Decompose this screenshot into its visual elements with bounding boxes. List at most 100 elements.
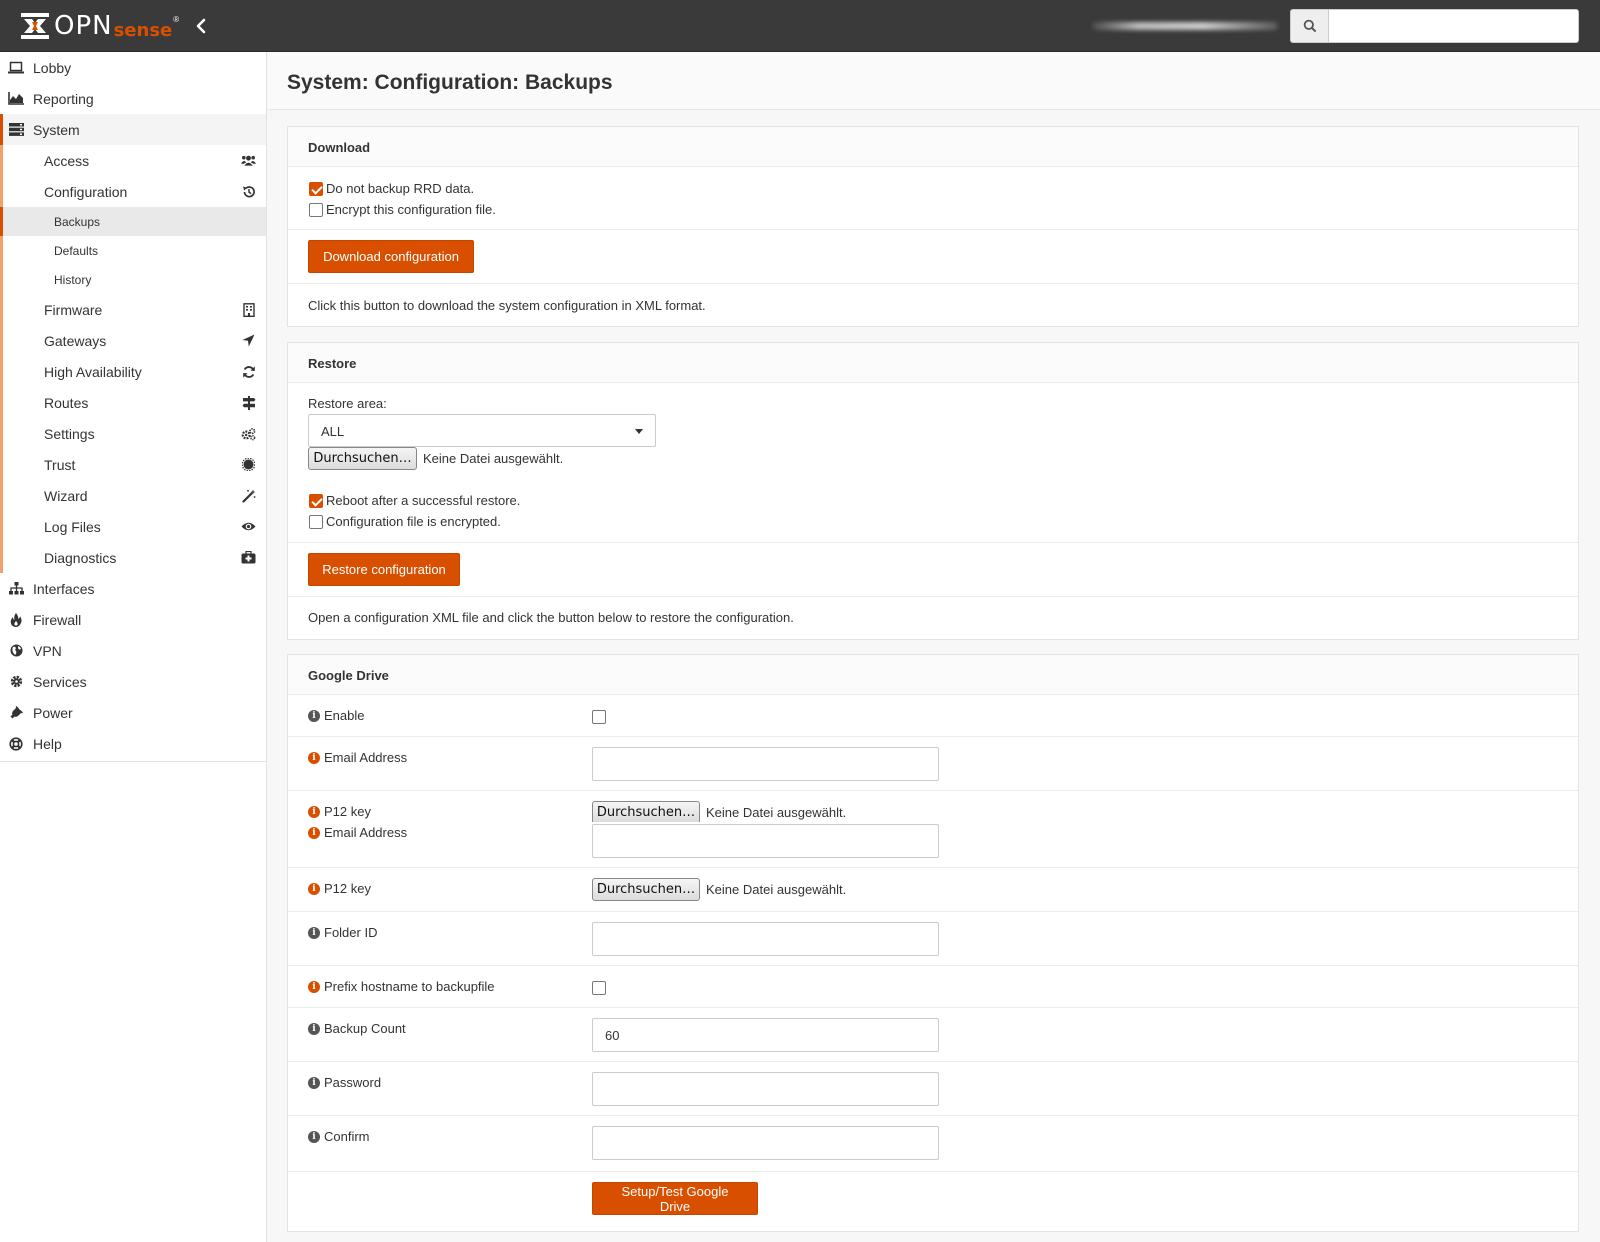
sidebar-item-reporting[interactable]: Reporting (0, 83, 266, 114)
sidebar: Lobby Reporting System Access Configurat… (0, 52, 267, 1242)
restore-file-browse-button[interactable]: Durchsuchen… (308, 447, 417, 470)
logo-text-sense: sense (113, 19, 173, 41)
gdrive-confirm-row: i Confirm (288, 1116, 1578, 1172)
page-title: System: Configuration: Backups (287, 71, 613, 94)
download-panel-header: Download (288, 127, 1578, 167)
sidebar-item-services[interactable]: Services (0, 666, 266, 697)
sidebar-item-wizard[interactable]: Wizard (0, 480, 266, 511)
sidebar-item-high-availability[interactable]: High Availability (0, 356, 266, 387)
sidebar-item-system[interactable]: System (0, 114, 266, 145)
gdrive-password-input[interactable] (592, 1072, 939, 1106)
reboot-checkbox[interactable] (309, 494, 323, 508)
sidebar-item-label: VPN (33, 642, 62, 659)
gdrive-folder-row: i Folder ID (288, 912, 1578, 966)
history-icon (241, 184, 256, 199)
sidebar-item-defaults[interactable]: Defaults (0, 236, 266, 265)
restore-options-row: Restore area: ALL Durchsuchen… Keine Dat… (288, 383, 1578, 543)
gdrive-email-input[interactable] (592, 747, 939, 781)
gdrive-confirm-input[interactable] (592, 1126, 939, 1160)
sidebar-item-log-files[interactable]: Log Files (0, 511, 266, 542)
download-help-text: Click this button to download the system… (308, 298, 706, 313)
info-icon[interactable]: i (308, 980, 320, 993)
restore-button-row: Restore configuration (288, 543, 1578, 597)
no-rrd-checkbox[interactable] (309, 182, 323, 196)
sidebar-item-trust[interactable]: Trust (0, 449, 266, 480)
search-icon[interactable] (1290, 9, 1328, 43)
area-chart-icon (8, 91, 24, 106)
info-icon[interactable]: i (308, 926, 320, 939)
encrypted-checkbox[interactable] (309, 515, 323, 529)
gdrive-prefix-label: i Prefix hostname to backupfile (308, 979, 495, 994)
info-icon[interactable]: i (308, 805, 320, 818)
restore-panel-header: Restore (288, 343, 1578, 383)
map-signs-icon (241, 395, 256, 410)
search-input[interactable] (1328, 9, 1579, 43)
encrypt-checkbox[interactable] (309, 203, 323, 217)
gdrive-prefix-row: i Prefix hostname to backupfile (288, 966, 1578, 1008)
laptop-icon (8, 60, 24, 75)
gdrive-enable-label: i Enable (308, 708, 364, 723)
sidebar-item-label: Lobby (33, 59, 72, 76)
sidebar-item-configuration[interactable]: Configuration (0, 176, 266, 207)
gdrive-enable-checkbox[interactable] (592, 710, 606, 724)
refresh-icon (241, 364, 256, 379)
info-icon[interactable]: i (308, 1076, 320, 1089)
gdrive-prefix-label-text: Prefix hostname to backupfile (324, 979, 495, 994)
sidebar-item-label: Settings (44, 425, 95, 442)
sidebar-item-backups[interactable]: Backups (0, 207, 266, 236)
gdrive-email-label-text: Email Address (324, 750, 408, 765)
gdrive-email-row-2: i Email Address (288, 822, 1578, 868)
gdrive-count-input[interactable] (592, 1018, 939, 1052)
gdrive-email-label-2: i Email Address (308, 825, 407, 840)
gdrive-button-row: Setup/Test Google Drive (288, 1172, 1578, 1228)
gdrive-password-label: i Password (308, 1075, 381, 1090)
gdrive-p12-browse-button[interactable]: Durchsuchen… (592, 878, 700, 901)
sidebar-item-history[interactable]: History (0, 265, 266, 294)
gdrive-p12-browse-button-ghost[interactable]: Durchsuchen… (592, 801, 700, 822)
caret-down-icon (635, 429, 643, 434)
sidebar-item-label: Reporting (33, 90, 94, 107)
gdrive-prefix-checkbox[interactable] (592, 981, 606, 995)
logo-registered-mark: ® (173, 15, 180, 24)
chevron-left-icon (196, 18, 206, 34)
magic-icon (241, 488, 256, 503)
sidebar-item-help[interactable]: Help (0, 728, 266, 759)
sidebar-item-label: Firewall (33, 611, 82, 628)
gdrive-p12-row-ghost: i P12 key Durchsuchen… Keine Datei ausgew… (288, 791, 1578, 822)
sidebar-item-label: Routes (44, 394, 89, 411)
download-panel: Download Do not backup RRD data. Encrypt… (287, 126, 1579, 327)
sidebar-item-settings[interactable]: Settings (0, 418, 266, 449)
globe-icon (8, 643, 24, 658)
gdrive-p12-file-note: Keine Datei ausgewählt. (706, 882, 847, 897)
sidebar-item-interfaces[interactable]: Interfaces (0, 573, 266, 604)
info-icon[interactable]: i (308, 882, 320, 895)
opnsense-logo[interactable]: OPN sense ® (20, 11, 179, 41)
info-icon[interactable]: i (308, 709, 320, 722)
sidebar-item-power[interactable]: Power (0, 697, 266, 728)
sidebar-item-label: Help (33, 735, 62, 752)
download-help-row: Click this button to download the system… (288, 284, 1578, 326)
info-icon[interactable]: i (308, 826, 320, 839)
restore-area-select[interactable]: ALL (308, 414, 656, 447)
gdrive-folder-input[interactable] (592, 922, 939, 956)
info-icon[interactable]: i (308, 1130, 320, 1143)
sidebar-item-gateways[interactable]: Gateways (0, 325, 266, 356)
sidebar-item-lobby[interactable]: Lobby (0, 52, 266, 83)
restore-configuration-button[interactable]: Restore configuration (308, 553, 460, 586)
sidebar-item-firmware[interactable]: Firmware (0, 294, 266, 325)
info-icon[interactable]: i (308, 751, 320, 764)
sidebar-item-access[interactable]: Access (0, 145, 266, 176)
info-icon[interactable]: i (308, 1022, 320, 1035)
sidebar-item-label: Power (33, 704, 73, 721)
collapse-sidebar-button[interactable] (192, 16, 210, 36)
download-configuration-button[interactable]: Download configuration (308, 240, 474, 273)
sidebar-item-label: Backups (54, 214, 101, 229)
gdrive-email-input-2[interactable] (592, 824, 939, 858)
sidebar-item-label: Firmware (44, 301, 103, 318)
sidebar-item-diagnostics[interactable]: Diagnostics (0, 542, 266, 573)
sidebar-item-routes[interactable]: Routes (0, 387, 266, 418)
sidebar-item-firewall[interactable]: Firewall (0, 604, 266, 635)
setup-test-google-drive-button[interactable]: Setup/Test Google Drive (592, 1182, 758, 1215)
life-ring-icon (8, 736, 24, 751)
sidebar-item-vpn[interactable]: VPN (0, 635, 266, 666)
